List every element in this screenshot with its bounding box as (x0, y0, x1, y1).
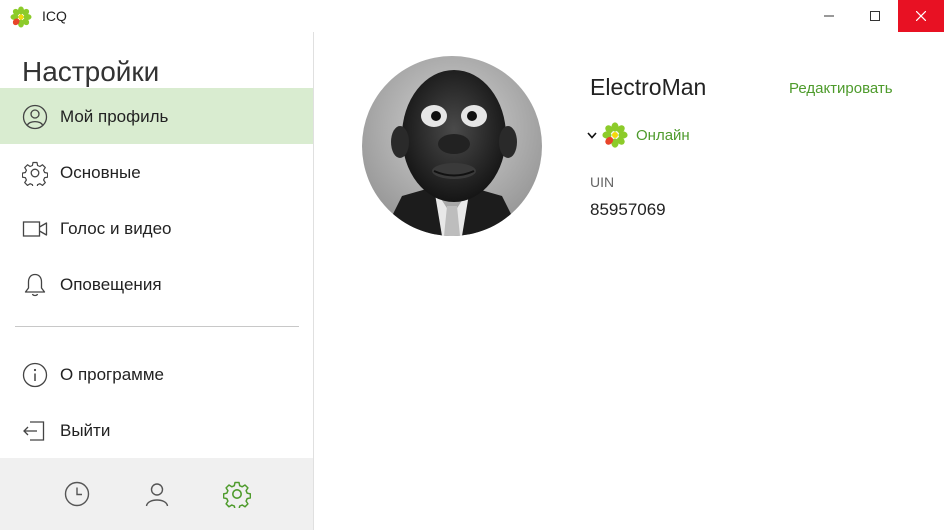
nav-label-notifications: Оповещения (60, 275, 162, 294)
nav-item-logout[interactable]: Выйти (0, 402, 313, 458)
video-camera-icon (22, 221, 48, 237)
icq-logo-icon (10, 6, 32, 28)
profile-panel: ElectroMan Редактировать Онлайн UIN 8595… (314, 32, 944, 530)
settings-gear-icon[interactable] (223, 480, 251, 508)
logout-icon (23, 421, 45, 441)
title-bar: ICQ (0, 0, 944, 32)
nav-label-general: Основные (60, 163, 141, 182)
app-title: ICQ (42, 8, 67, 24)
uin-value: 85957069 (590, 200, 666, 219)
sidebar-heading: Настройки (22, 56, 160, 87)
avatar-photo (362, 56, 542, 236)
profile-username: ElectroMan (590, 74, 707, 100)
nav-label-logout: Выйти (60, 421, 111, 440)
bottom-tab-bar (0, 458, 313, 530)
close-icon (916, 11, 926, 21)
nav-label-my-profile: Мой профиль (60, 107, 169, 126)
settings-sidebar: Настройки Мой профиль Основные Голос и в… (0, 32, 314, 530)
status-selector[interactable]: Онлайн (586, 122, 690, 148)
nav-item-about[interactable]: О программе (0, 346, 313, 402)
clock-icon[interactable] (63, 480, 91, 508)
avatar (362, 56, 542, 236)
nav-item-voice-video[interactable]: Голос и видео (0, 200, 313, 256)
edit-profile-link[interactable]: Редактировать (789, 80, 893, 97)
icq-status-flower-icon (602, 122, 628, 148)
gear-icon (22, 161, 48, 186)
contact-icon[interactable] (143, 480, 171, 508)
nav-label-voice-video: Голос и видео (60, 219, 172, 238)
status-label: Онлайн (636, 126, 690, 144)
maximize-icon (870, 11, 880, 21)
profile-circle-icon (22, 104, 48, 130)
nav-label-about: О программе (60, 365, 165, 384)
nav-item-my-profile[interactable]: Мой профиль (0, 88, 313, 144)
bell-icon (24, 273, 46, 297)
chevron-down-icon (587, 132, 597, 139)
nav-item-notifications[interactable]: Оповещения (0, 256, 313, 312)
close-button[interactable] (898, 0, 944, 32)
nav-item-general[interactable]: Основные (0, 144, 313, 200)
minimize-icon (824, 15, 834, 17)
maximize-button[interactable] (852, 0, 898, 32)
sidebar-divider (15, 326, 299, 327)
minimize-button[interactable] (806, 0, 852, 32)
uin-label: UIN (590, 174, 615, 190)
info-icon (22, 362, 48, 388)
